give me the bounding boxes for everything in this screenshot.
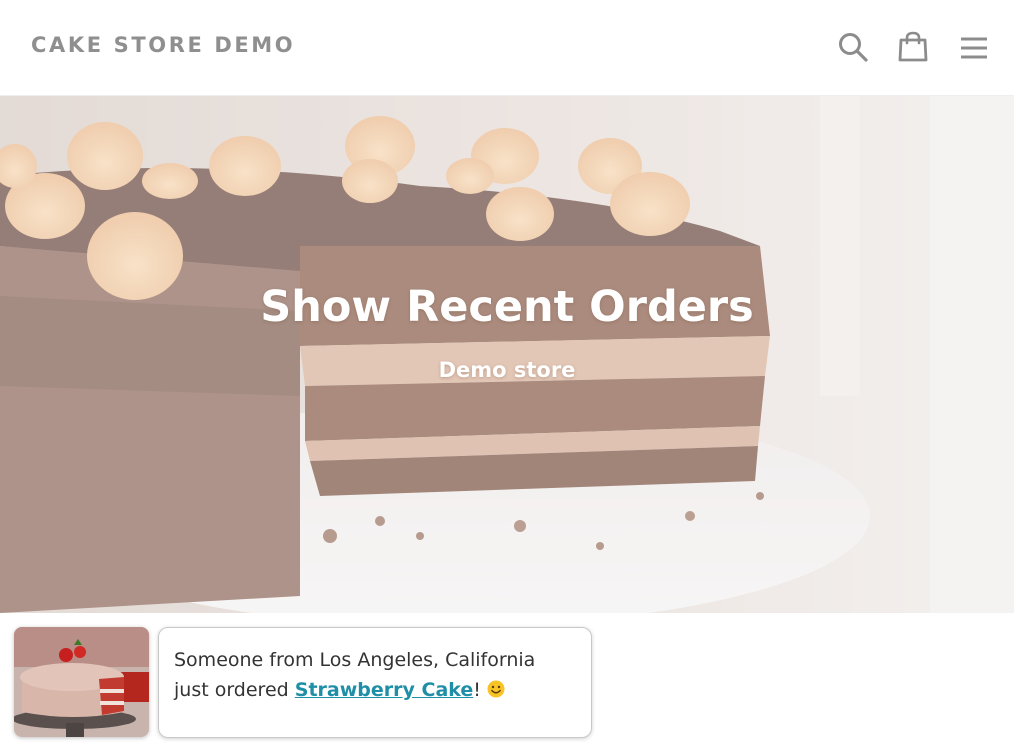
store-logo-title[interactable]: CAKE STORE DEMO: [31, 33, 295, 57]
popup-location-text: Someone from Los Angeles, California: [174, 649, 536, 671]
smiley-emoji-icon: [487, 680, 505, 698]
hero-subtitle: Demo store: [438, 358, 576, 382]
hero-title: Show Recent Orders: [260, 282, 754, 332]
popup-ordered-text: just ordered: [174, 679, 289, 701]
popup-product-link[interactable]: Strawberry Cake: [295, 679, 474, 701]
hero-overlay: [0, 96, 1014, 613]
site-header: CAKE STORE DEMO: [0, 0, 1014, 96]
recent-order-product-thumbnail[interactable]: [14, 627, 149, 737]
search-icon[interactable]: [836, 30, 870, 64]
hero-banner: Show Recent Orders Demo store: [0, 96, 1014, 613]
popup-exclamation: !: [473, 679, 481, 701]
menu-icon[interactable]: [957, 30, 991, 64]
shopping-bag-icon[interactable]: [896, 30, 930, 64]
recent-order-popup: Someone from Los Angeles, California jus…: [158, 627, 592, 738]
popup-order-line: just ordered Strawberry Cake!: [174, 675, 577, 705]
